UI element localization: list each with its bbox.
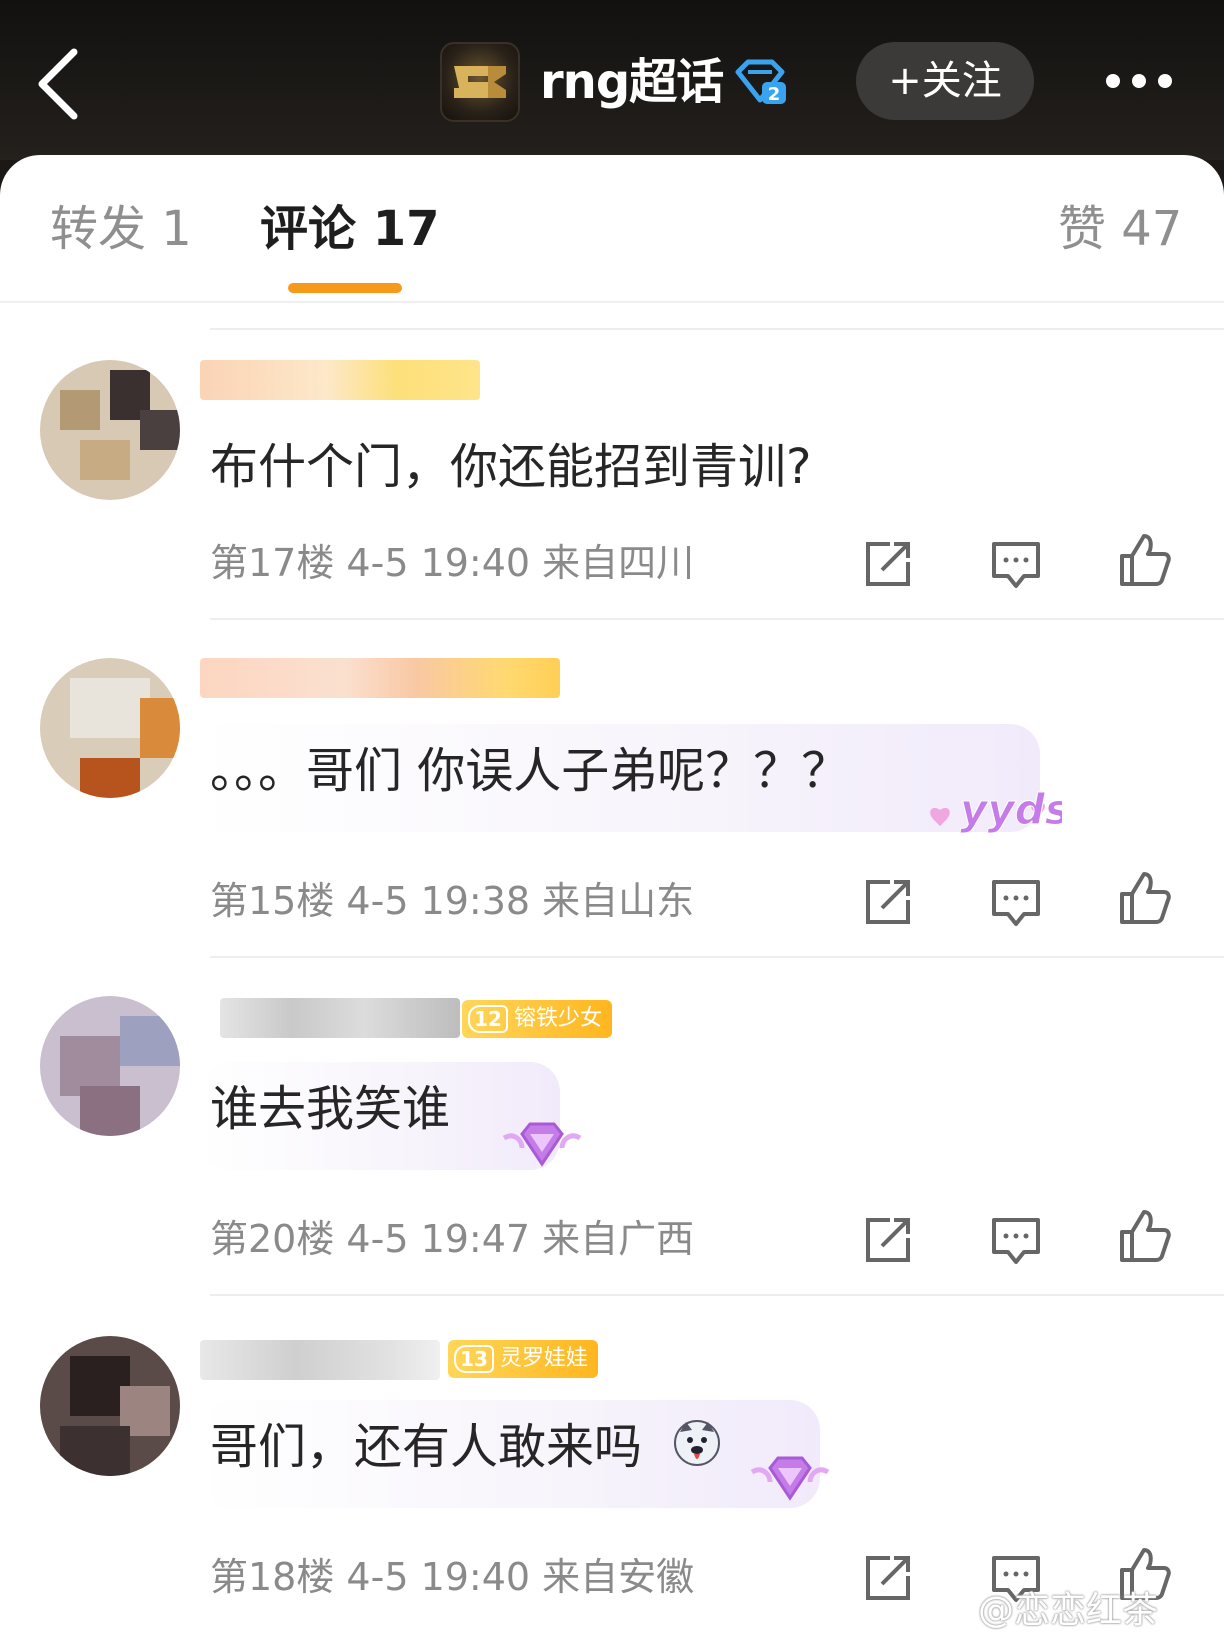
comment-text: 哥们，还有人敢来吗 <box>210 1419 643 1475</box>
watermark: @恋恋红茶_244 <box>978 1590 1159 1642</box>
share-button[interactable] <box>860 536 916 592</box>
share-icon <box>866 1218 910 1262</box>
svg-text:2: 2 <box>768 84 781 105</box>
username[interactable] <box>200 1340 440 1380</box>
husky-emoji-icon <box>674 1420 720 1466</box>
avatar[interactable] <box>40 360 180 500</box>
like-icon <box>1120 534 1171 586</box>
like-button[interactable] <box>1116 532 1172 588</box>
badge-label: 镕铁少女 <box>514 1006 603 1031</box>
share-button[interactable] <box>860 1550 916 1606</box>
badge-label: 灵罗娃娃 <box>500 1346 589 1371</box>
rng-logo-icon <box>454 66 506 98</box>
tab-reposts[interactable]: 转发 1 <box>50 197 192 261</box>
comment-meta: 第20楼 4-5 19:47 来自广西 <box>210 1217 695 1261</box>
share-icon <box>866 880 910 924</box>
avatar[interactable] <box>40 658 180 798</box>
tab-likes[interactable]: 赞 47 <box>1058 197 1182 261</box>
divider <box>210 618 1224 620</box>
gem-sticker-icon <box>750 1456 830 1501</box>
reply-button[interactable] <box>988 874 1044 930</box>
back-button[interactable] <box>34 44 94 124</box>
avatar[interactable] <box>40 1336 180 1476</box>
level-number: 13 <box>454 1345 494 1373</box>
comment-meta: 第15楼 4-5 19:38 来自山东 <box>210 879 695 923</box>
page-title: rng超话 <box>540 54 724 110</box>
yyds-sticker-icon: yyds <box>930 785 1062 835</box>
username[interactable] <box>200 658 560 698</box>
like-icon <box>1120 1210 1171 1262</box>
more-icon[interactable] <box>1096 60 1176 100</box>
tab-comments[interactable]: 评论 17 <box>260 197 440 261</box>
share-button[interactable] <box>860 874 916 930</box>
active-tab-indicator <box>288 283 402 293</box>
top-bar: rng超话 2 +关注 <box>0 0 1224 160</box>
avatar[interactable] <box>40 996 180 1136</box>
divider <box>210 328 1224 330</box>
fan-level-badge[interactable]: 13 灵罗娃娃 <box>448 1340 599 1378</box>
comment-meta: 第18楼 4-5 19:40 来自安徽 <box>210 1555 695 1599</box>
share-icon <box>866 1556 910 1600</box>
gem-sticker-icon <box>502 1122 582 1167</box>
username[interactable] <box>220 998 460 1038</box>
follow-button[interactable]: +关注 <box>856 42 1034 120</box>
comment-icon <box>992 880 1040 926</box>
divider <box>210 1294 1224 1296</box>
reply-button[interactable] <box>988 1212 1044 1268</box>
username[interactable] <box>200 360 480 400</box>
back-icon <box>38 48 78 120</box>
like-button[interactable] <box>1116 870 1172 926</box>
comment-text: 布什个门，你还能招到青训? <box>210 439 812 495</box>
comment-text: 。。。哥们 你误人子弟呢？？？ <box>210 743 850 799</box>
share-button[interactable] <box>860 1212 916 1268</box>
like-button[interactable] <box>1116 1208 1172 1264</box>
like-icon <box>1120 872 1171 924</box>
reply-button[interactable] <box>988 536 1044 592</box>
diamond-badge-icon: 2 <box>735 59 786 105</box>
share-icon <box>866 542 910 586</box>
divider <box>210 956 1224 958</box>
fan-level-badge[interactable]: 12 镕铁少女 <box>462 1000 613 1038</box>
sticker-text: yyds <box>960 785 1062 834</box>
comment-text: 谁去我笑谁 <box>210 1081 451 1137</box>
level-number: 12 <box>468 1005 508 1033</box>
tab-bar: 转发 1 评论 17 赞 47 <box>0 155 1224 303</box>
comment-icon <box>992 1218 1040 1264</box>
comment-meta: 第17楼 4-5 19:40 来自四川 <box>210 541 695 585</box>
comment-icon <box>992 542 1040 588</box>
weibo-icon <box>929 1598 970 1629</box>
supertopic-logo[interactable] <box>440 42 520 122</box>
